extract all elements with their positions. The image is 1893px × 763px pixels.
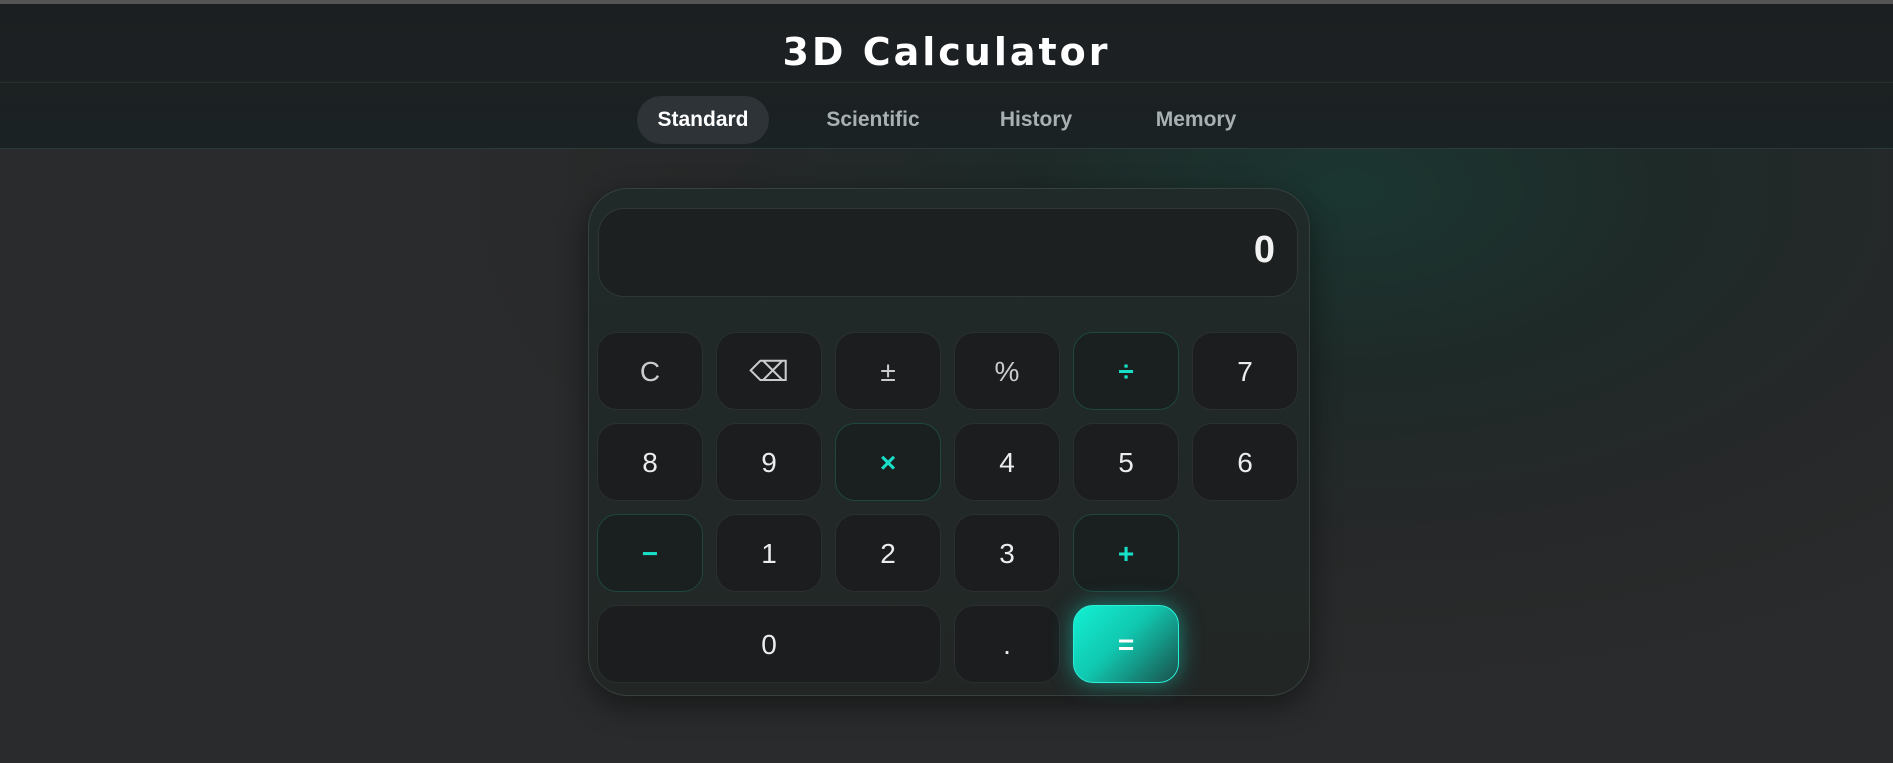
divide-button[interactable]: ÷: [1073, 332, 1179, 410]
percent-button[interactable]: %: [954, 332, 1060, 410]
digit-3-button[interactable]: 3: [954, 514, 1060, 592]
multiply-button[interactable]: ×: [835, 423, 941, 501]
digit-1-button[interactable]: 1: [716, 514, 822, 592]
clear-button[interactable]: C: [597, 332, 703, 410]
equals-button[interactable]: =: [1073, 605, 1179, 683]
tab-standard[interactable]: Standard: [637, 96, 769, 144]
backspace-button[interactable]: ⌫: [716, 332, 822, 410]
digit-9-button[interactable]: 9: [716, 423, 822, 501]
minus-button[interactable]: −: [597, 514, 703, 592]
digit-7-button[interactable]: 7: [1192, 332, 1298, 410]
app-title: 3D Calculator: [782, 30, 1111, 74]
tab-memory[interactable]: Memory: [1145, 96, 1247, 144]
calculator-body: 0 C ⌫ ± % ÷ 7 8 9 × 4 5 6 − 1 2 3 + 0 . …: [588, 188, 1310, 696]
calculator-display: 0: [598, 208, 1298, 297]
digit-6-button[interactable]: 6: [1192, 423, 1298, 501]
digit-0-button[interactable]: 0: [597, 605, 941, 683]
tab-history[interactable]: History: [985, 96, 1087, 144]
header-divider: [0, 82, 1893, 83]
mode-tabs: Standard Scientific History Memory: [0, 92, 1893, 144]
digit-8-button[interactable]: 8: [597, 423, 703, 501]
plus-minus-button[interactable]: ±: [835, 332, 941, 410]
plus-button[interactable]: +: [1073, 514, 1179, 592]
app-header: 3D Calculator Standard Scientific Histor…: [0, 4, 1893, 149]
digit-4-button[interactable]: 4: [954, 423, 1060, 501]
decimal-button[interactable]: .: [954, 605, 1060, 683]
display-value: 0: [1253, 229, 1275, 271]
digit-2-button[interactable]: 2: [835, 514, 941, 592]
digit-5-button[interactable]: 5: [1073, 423, 1179, 501]
tab-scientific[interactable]: Scientific: [808, 96, 938, 144]
